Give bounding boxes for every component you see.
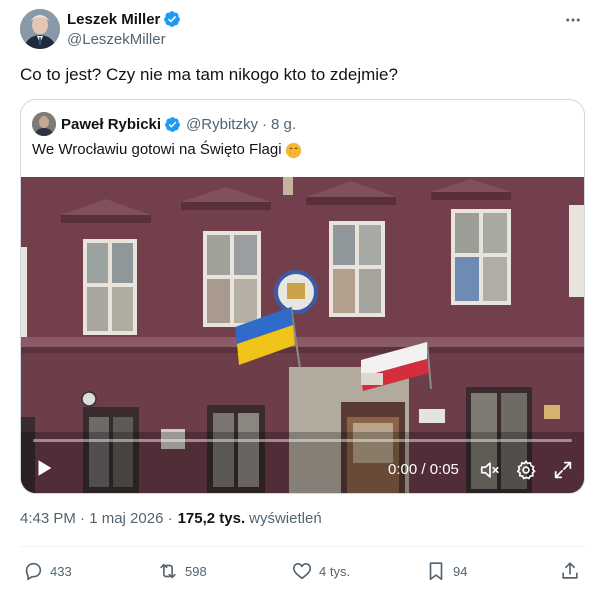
author-avatar[interactable] bbox=[20, 9, 60, 49]
verified-badge-icon bbox=[164, 11, 181, 27]
bookmark-icon bbox=[429, 562, 443, 581]
more-icon[interactable] bbox=[563, 10, 583, 30]
share-icon bbox=[562, 562, 578, 579]
tweet: Leszek Miller @LeszekMiller Co to jest? … bbox=[0, 0, 603, 599]
quote-text-content: We Wrocławiu gotowi na Święto Flagi bbox=[32, 141, 282, 158]
expand-icon[interactable] bbox=[552, 459, 574, 481]
quote-author-name[interactable]: Paweł Rybicki bbox=[61, 116, 161, 133]
video-player[interactable]: 0:00 / 0:05 bbox=[21, 177, 584, 493]
shushing-face-emoji-icon bbox=[285, 142, 301, 158]
quote-text: We Wrocławiu gotowi na Święto Flagi bbox=[32, 140, 302, 160]
views-count: 175,2 tys. bbox=[177, 510, 246, 527]
quote-time[interactable]: 8 g. bbox=[271, 116, 296, 133]
quote-separator: · bbox=[261, 115, 267, 133]
tweet-timestamp[interactable]: 4:43 PM · 1 maj 2026 · bbox=[20, 510, 173, 527]
divider bbox=[20, 546, 585, 547]
tweet-text: Co to jest? Czy nie ma tam nikogo kto to… bbox=[20, 65, 398, 84]
video-time-readout: 0:00 / 0:05 bbox=[388, 461, 459, 478]
views-label: wyświetleń bbox=[249, 510, 322, 527]
quote-header: Paweł Rybicki @Rybitzky · 8 g. bbox=[32, 112, 296, 136]
play-icon[interactable] bbox=[33, 457, 55, 479]
bookmark-count: 94 bbox=[453, 563, 468, 579]
quoted-tweet[interactable]: Paweł Rybicki @Rybitzky · 8 g. We Wrocła… bbox=[20, 99, 585, 494]
author-handle[interactable]: @LeszekMiller bbox=[67, 31, 181, 48]
author-info: Leszek Miller @LeszekMiller bbox=[67, 9, 181, 48]
repost-count: 598 bbox=[185, 563, 207, 579]
repost-icon bbox=[160, 563, 176, 579]
gear-icon[interactable] bbox=[515, 459, 537, 481]
author-name[interactable]: Leszek Miller bbox=[67, 11, 160, 28]
tweet-meta: 4:43 PM · 1 maj 2026 · 175,2 tys. wyświe… bbox=[20, 510, 322, 527]
quote-avatar[interactable] bbox=[32, 112, 56, 136]
share-button[interactable] bbox=[559, 557, 581, 585]
video-frame bbox=[21, 177, 584, 493]
volume-icon[interactable] bbox=[479, 459, 501, 481]
like-icon bbox=[292, 563, 312, 580]
like-count: 4 tys. bbox=[319, 563, 351, 579]
like-button[interactable]: 4 tys. bbox=[291, 557, 350, 585]
action-bar: 433 598 4 tys. 94 bbox=[20, 557, 585, 585]
reply-count: 433 bbox=[50, 563, 72, 579]
quote-author-handle[interactable]: @Rybitzky bbox=[186, 116, 258, 133]
bookmark-button[interactable]: 94 bbox=[425, 557, 467, 585]
verified-badge-icon bbox=[165, 116, 180, 132]
reply-icon bbox=[25, 562, 42, 581]
repost-button[interactable]: 598 bbox=[157, 557, 207, 585]
reply-button[interactable]: 433 bbox=[22, 557, 72, 585]
video-progress-bar[interactable] bbox=[33, 439, 572, 442]
